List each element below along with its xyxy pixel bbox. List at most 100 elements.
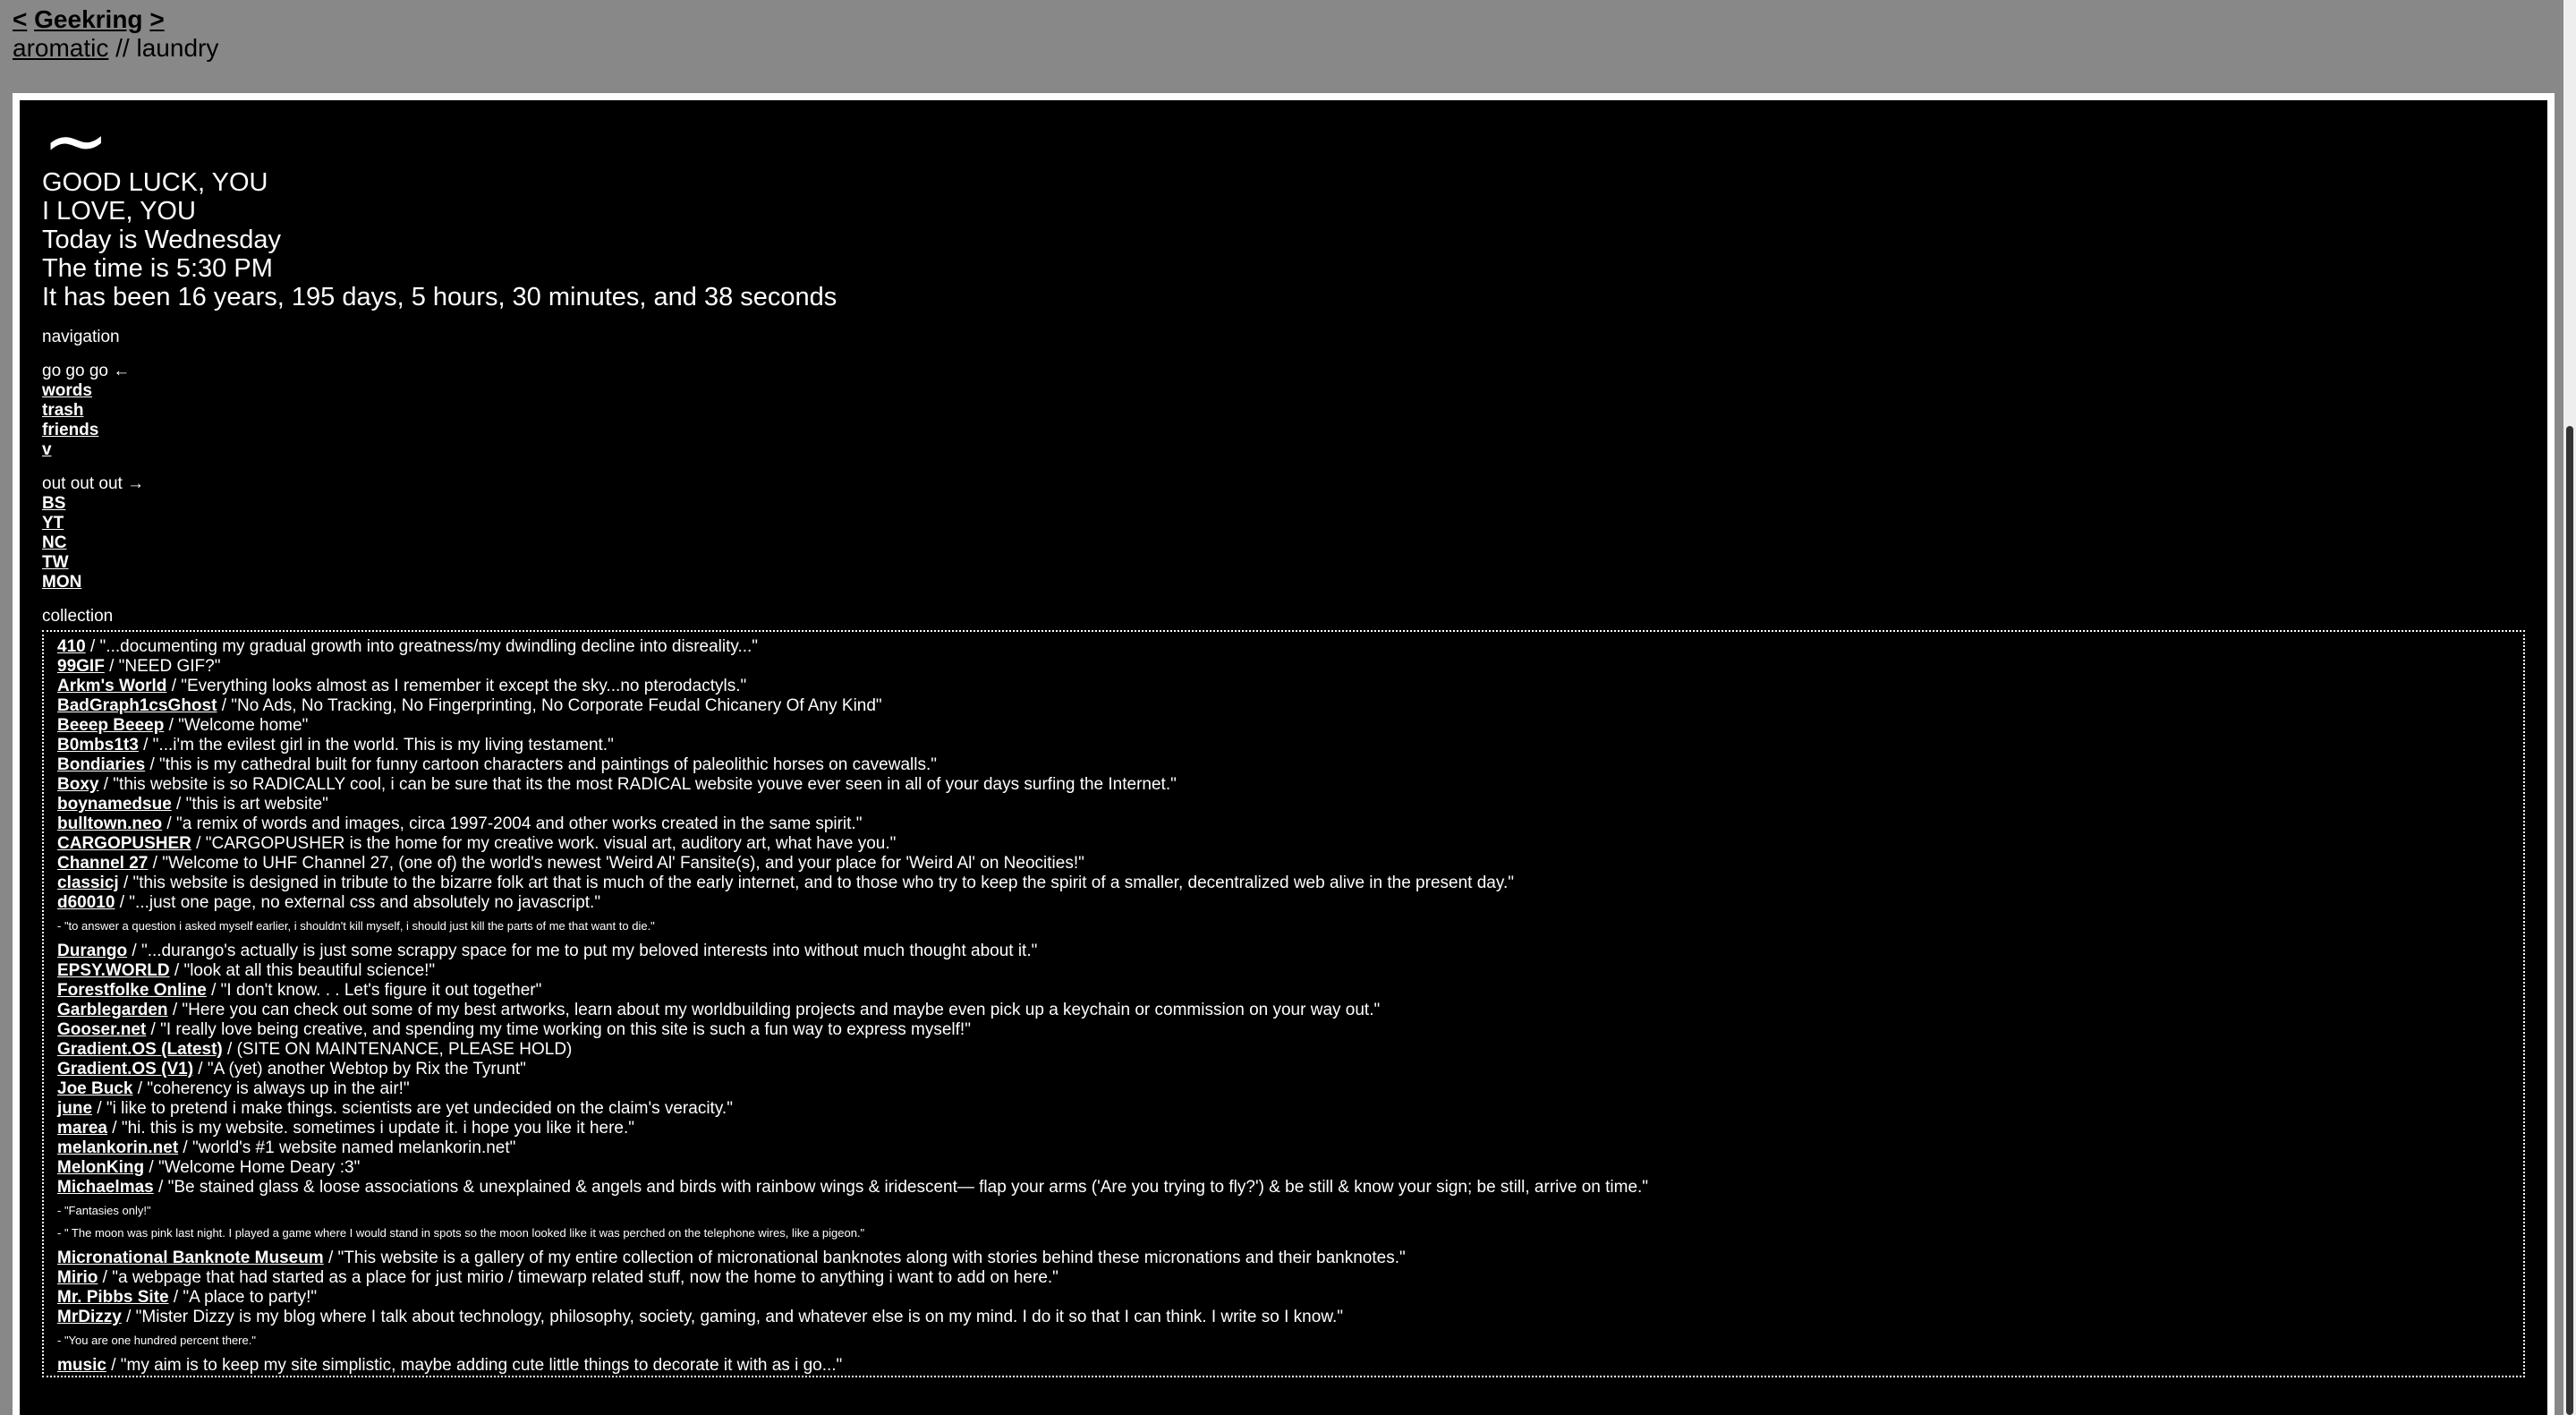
webring-name-link[interactable]: Geekring <box>34 5 142 33</box>
collection-site-link[interactable]: Mirio <box>57 1268 98 1287</box>
collection-site-link[interactable]: Forestfolke Online <box>57 981 207 1000</box>
breadcrumb-site-link[interactable]: aromatic <box>13 34 108 62</box>
out-links: BS YT NC TW MON <box>42 494 2525 592</box>
collection-site-link[interactable]: Gradient.OS (V1) <box>57 1060 193 1078</box>
collection-site-link[interactable]: june <box>57 1099 92 1118</box>
out-link-yt[interactable]: YT <box>42 514 2525 533</box>
collection-site-link[interactable]: Bondiaries <box>57 755 145 774</box>
scrollbar[interactable] <box>2563 0 2576 1415</box>
collection-site-link[interactable]: B0mbs1t3 <box>57 736 139 754</box>
collection-site-link[interactable]: MelonKing <box>57 1158 144 1177</box>
collection-site-link[interactable]: MrDizzy <box>57 1308 122 1326</box>
collection-site-link[interactable]: melankorin.net <box>57 1138 178 1157</box>
collection-site-description: / "coherency is always up in the air!" <box>132 1079 410 1098</box>
collection-site-description: / "Mister Dizzy is my blog where I talk … <box>121 1308 1344 1326</box>
collection-item: Gradient.OS (V1) / "A (yet) another Webt… <box>57 1060 2523 1079</box>
collection-site-description: / "...i'm the evilest girl in the world.… <box>138 736 614 754</box>
webring-next-link[interactable]: > <box>149 5 164 33</box>
collection-site-description: / "world's #1 website named melankorin.n… <box>178 1138 516 1157</box>
collection-site-link[interactable]: Durango <box>57 942 127 960</box>
collection-site-link[interactable]: Joe Buck <box>57 1079 132 1098</box>
go-label: go go go ← <box>42 362 131 380</box>
breadcrumb: aromatic // laundry <box>13 34 218 63</box>
collection-site-link[interactable]: marea <box>57 1119 107 1138</box>
collection-site-description: / "my aim is to keep my site simplistic,… <box>106 1356 843 1375</box>
collection-site-link[interactable]: music <box>57 1356 106 1375</box>
collection-site-link[interactable]: BadGraph1csGhost <box>57 696 217 715</box>
collection-heading: collection <box>42 607 114 626</box>
collection-item: classicj / "this website is designed in … <box>57 874 2523 893</box>
collection-site-description: / "A (yet) another Webtop by Rix the Tyr… <box>193 1060 526 1078</box>
collection-site-link[interactable]: Arkm's World <box>57 677 166 695</box>
collection-note: - "You are one hundred percent there." <box>57 1334 256 1347</box>
collection-site-description: / "Welcome home" <box>164 716 309 735</box>
collection-site-link[interactable]: Mr. Pibbs Site <box>57 1288 169 1307</box>
go-links: words trash friends v <box>42 381 2525 460</box>
collection-site-link[interactable]: Beeep Beeep <box>57 716 164 735</box>
collection-site-link[interactable]: Channel 27 <box>57 854 148 873</box>
out-link-mon[interactable]: MON <box>42 573 2525 592</box>
collection-site-description: / "Everything looks almost as I remember… <box>166 677 747 695</box>
collection-site-description: / (SITE ON MAINTENANCE, PLEASE HOLD) <box>222 1040 573 1059</box>
collection-site-description: / "this website is designed in tribute t… <box>118 874 1514 892</box>
collection-item: d60010 / "...just one page, no external … <box>57 893 2523 913</box>
collection-site-link[interactable]: CARGOPUSHER <box>57 834 191 853</box>
collection-site-link[interactable]: Boxy <box>57 775 98 794</box>
collection-site-description: / "Be stained glass & loose associations… <box>153 1178 1649 1197</box>
collection-site-description: / "look at all this beautiful science!" <box>169 961 436 980</box>
collection-site-link[interactable]: EPSY.WORLD <box>57 961 170 980</box>
intro-lines: GOOD LUCK, YOU I LOVE, YOU Today is Wedn… <box>42 168 2525 311</box>
love-line: I LOVE, YOU <box>42 197 196 226</box>
collection-site-description: / "Here you can check out some of my bes… <box>167 1001 1381 1019</box>
collection-site-link[interactable]: Michaelmas <box>57 1178 154 1197</box>
collection-site-link[interactable]: 99GIF <box>57 657 105 676</box>
out-link-bs[interactable]: BS <box>42 494 2525 514</box>
collection-site-description: / "I really love being creative, and spe… <box>146 1020 971 1039</box>
nav-link-words[interactable]: words <box>42 381 2525 401</box>
greeting-line: GOOD LUCK, YOU <box>42 168 268 197</box>
collection-site-description: / "A place to party!" <box>168 1288 318 1307</box>
tilde-logo: ~ <box>42 100 110 188</box>
collection-site-link[interactable]: bulltown.neo <box>57 814 162 833</box>
collection-item: BadGraph1csGhost / "No Ads, No Tracking,… <box>57 696 2523 716</box>
collection-item: 410 / "...documenting my gradual growth … <box>57 637 2523 657</box>
nav-link-v[interactable]: v <box>42 440 2525 460</box>
collection-site-link[interactable]: boynamedsue <box>57 795 172 814</box>
collection-site-description: / "a webpage that had started as a place… <box>98 1268 1058 1287</box>
collection-site-description: / "this is art website" <box>171 795 328 814</box>
collection-site-link[interactable]: Micronational Banknote Museum <box>57 1249 324 1267</box>
scrollbar-thumb[interactable] <box>2566 426 2573 1415</box>
collection-site-link[interactable]: 410 <box>57 637 86 656</box>
out-link-nc[interactable]: NC <box>42 533 2525 553</box>
collection-item: boynamedsue / "this is art website" <box>57 795 2523 814</box>
nav-link-friends[interactable]: friends <box>42 421 2525 440</box>
collection-site-description: / "a remix of words and images, circa 19… <box>162 814 863 833</box>
navigation-heading: navigation <box>42 328 120 346</box>
webring-nav: < Geekring > <box>13 5 218 34</box>
collection-site-link[interactable]: Gradient.OS (Latest) <box>57 1040 223 1059</box>
webring-prev-link[interactable]: < <box>13 5 27 33</box>
collection-item: Beeep Beeep / "Welcome home" <box>57 716 2523 736</box>
collection-item: EPSY.WORLD / "look at all this beautiful… <box>57 961 2523 981</box>
nav-link-trash[interactable]: trash <box>42 401 2525 421</box>
out-label: out out out → <box>42 474 145 493</box>
collection-site-description: / "I don't know. . . Let's figure it out… <box>206 981 542 1000</box>
collection-item: Bondiaries / "this is my cathedral built… <box>57 755 2523 775</box>
collection-item: Mr. Pibbs Site / "A place to party!" <box>57 1288 2523 1308</box>
collection-site-link[interactable]: Gooser.net <box>57 1020 146 1039</box>
top-bar: < Geekring > aromatic // laundry <box>13 5 218 63</box>
collection-note: - "Fantasies only!" <box>57 1204 151 1217</box>
page-frame: ~ GOOD LUCK, YOU I LOVE, YOU Today is We… <box>13 93 2555 1415</box>
collection-note: - "to answer a question i asked myself e… <box>57 919 655 933</box>
collection-site-description: / "No Ads, No Tracking, No Fingerprintin… <box>217 696 882 715</box>
collection-site-link[interactable]: classicj <box>57 874 119 892</box>
collection-item: MelonKing / "Welcome Home Deary :3" <box>57 1158 2523 1178</box>
collection-item: bulltown.neo / "a remix of words and ima… <box>57 814 2523 834</box>
collection-item: B0mbs1t3 / "...i'm the evilest girl in t… <box>57 736 2523 755</box>
collection-site-description: / "this is my cathedral built for funny … <box>145 755 937 774</box>
collection-site-link[interactable]: d60010 <box>57 893 115 912</box>
collection-site-link[interactable]: Garblegarden <box>57 1001 168 1019</box>
collection-list: 410 / "...documenting my gradual growth … <box>42 630 2525 1377</box>
day-line: Today is Wednesday <box>42 226 282 254</box>
out-link-tw[interactable]: TW <box>42 553 2525 573</box>
